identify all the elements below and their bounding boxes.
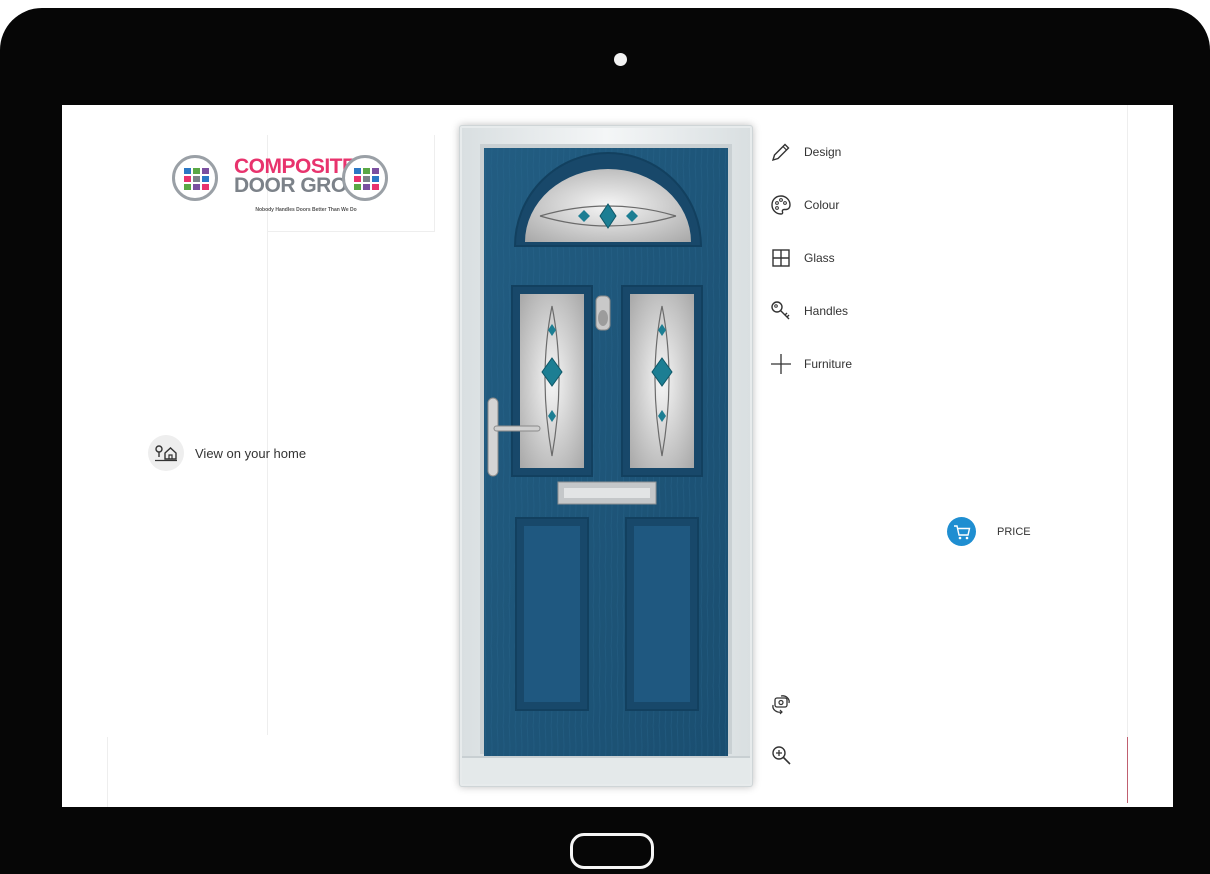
zoom-in-button[interactable] bbox=[769, 745, 793, 769]
divider bbox=[107, 737, 108, 807]
key-icon bbox=[768, 298, 794, 324]
view-on-your-home-button[interactable]: View on your home bbox=[148, 435, 306, 471]
divider bbox=[1127, 737, 1128, 803]
rotate-view-icon bbox=[770, 693, 792, 720]
divider bbox=[434, 135, 435, 232]
logo-tagline: Nobody Handles Doors Better Than We Do bbox=[255, 207, 357, 213]
logo-mark-right-icon bbox=[342, 155, 388, 201]
cart-icon bbox=[947, 517, 976, 546]
menu-furniture[interactable]: Furniture bbox=[768, 351, 852, 377]
price-label: PRICE bbox=[997, 525, 1031, 538]
camera-dot bbox=[614, 53, 627, 66]
tablet-frame: COMPOSITE DOOR GROUP Nobody Handles Door… bbox=[0, 8, 1210, 874]
view-home-label: View on your home bbox=[195, 445, 307, 461]
menu-label: Design bbox=[804, 145, 842, 159]
door-handle bbox=[487, 397, 499, 477]
menu-label: Furniture bbox=[804, 357, 853, 371]
logo-mark-left-icon bbox=[172, 155, 218, 201]
menu-handles[interactable]: Handles bbox=[768, 298, 852, 324]
menu-colour[interactable]: Colour bbox=[768, 192, 852, 218]
zoom-in-icon bbox=[770, 744, 792, 771]
menu-label: Colour bbox=[804, 198, 840, 212]
menu-design[interactable]: Design bbox=[768, 139, 852, 165]
grid-icon bbox=[768, 245, 794, 271]
location-home-icon bbox=[148, 435, 184, 471]
screen: COMPOSITE DOOR GROUP Nobody Handles Door… bbox=[62, 105, 1173, 807]
divider bbox=[267, 231, 435, 232]
pencil-icon bbox=[768, 139, 794, 165]
rotate-view-button[interactable] bbox=[769, 694, 793, 718]
plus-icon bbox=[768, 351, 794, 377]
door-preview bbox=[459, 125, 753, 787]
price-button[interactable]: PRICE bbox=[947, 517, 1031, 546]
brand-logo[interactable]: COMPOSITE DOOR GROUP Nobody Handles Door… bbox=[172, 133, 434, 231]
menu-label: Handles bbox=[804, 304, 849, 318]
customise-menu: Design Colour Glass Handles Furniture bbox=[768, 139, 852, 404]
divider bbox=[1127, 105, 1128, 737]
menu-label: Glass bbox=[804, 251, 835, 265]
tablet-home-button[interactable] bbox=[570, 833, 654, 869]
palette-icon bbox=[768, 192, 794, 218]
menu-glass[interactable]: Glass bbox=[768, 245, 852, 271]
